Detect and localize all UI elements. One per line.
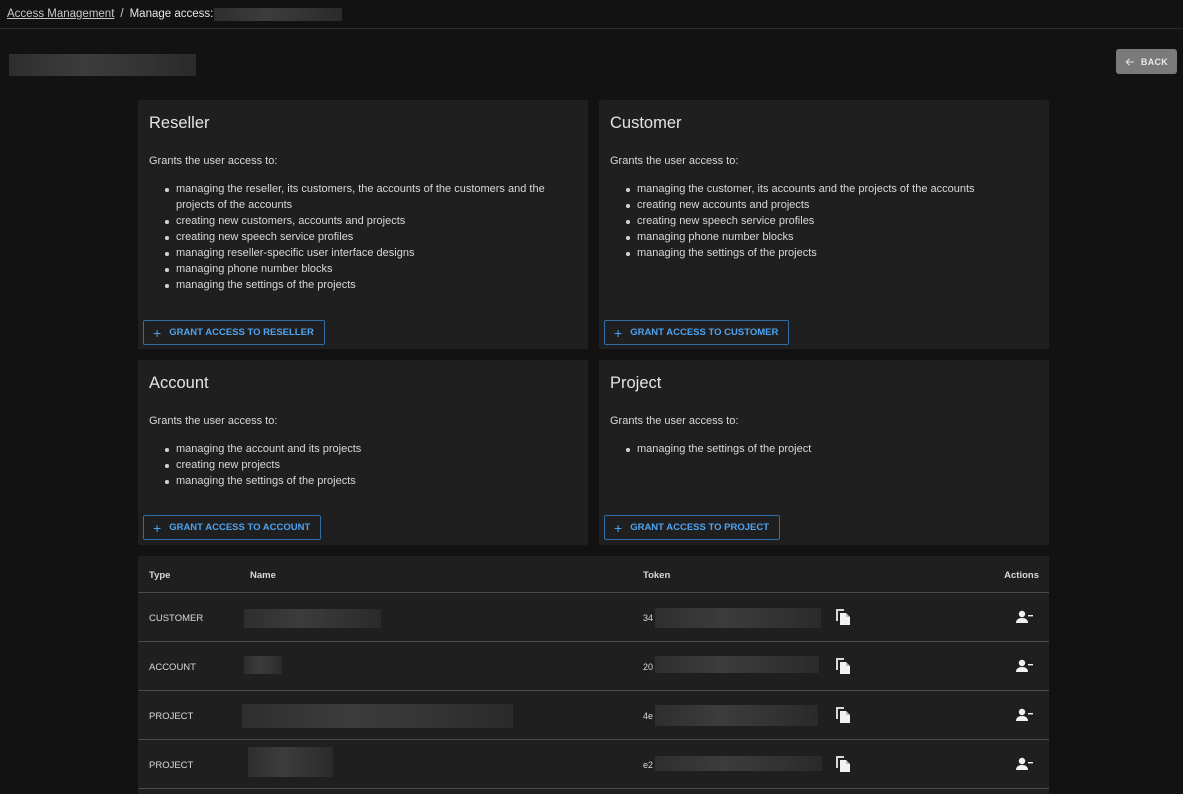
row-token-redacted (655, 608, 821, 628)
table-row: ACCOUNT 20 (138, 642, 1049, 691)
redacted-user-name (214, 7, 343, 21)
column-header-name: Name (250, 570, 276, 581)
copy-icon[interactable] (835, 608, 851, 626)
permission-item: managing the settings of the projects (626, 245, 975, 261)
remove-user-icon[interactable] (1016, 708, 1034, 722)
permission-item: creating new accounts and projects (626, 197, 975, 213)
plus-icon: + (153, 519, 162, 536)
breadcrumb-separator: / (120, 8, 124, 20)
column-header-actions: Actions (1004, 570, 1039, 581)
copy-icon[interactable] (835, 706, 851, 724)
role-card-account: Account Grants the user access to: manag… (138, 360, 588, 545)
permission-item: managing the settings of the projects (165, 473, 361, 489)
permission-list: managing the settings of the project (626, 441, 811, 457)
row-name-redacted (242, 704, 513, 728)
plus-icon: + (614, 519, 623, 536)
row-type: CUSTOMER (149, 613, 204, 624)
breadcrumb-current: Manage access: (129, 8, 214, 20)
plus-icon: + (614, 324, 623, 341)
card-title: Project (610, 374, 662, 392)
back-button[interactable]: BACK (1116, 49, 1177, 74)
breadcrumb: Access Management / Manage access: (0, 0, 1183, 29)
remove-user-icon[interactable] (1016, 610, 1034, 624)
permission-item: managing the settings of the project (626, 441, 811, 457)
permission-item: creating new speech service profiles (165, 229, 575, 245)
table-row: CUSTOMER 34 (138, 593, 1049, 642)
arrow-left-icon (1125, 57, 1134, 66)
grant-button-label: GRANT ACCESS TO ACCOUNT (169, 522, 311, 533)
row-name-redacted (244, 656, 282, 674)
grant-access-project-button[interactable]: + GRANT ACCESS TO PROJECT (604, 515, 781, 540)
card-title: Reseller (149, 114, 210, 132)
breadcrumb-access-management-link[interactable]: Access Management (7, 8, 114, 20)
permission-item: creating new projects (165, 457, 361, 473)
row-token-prefix: e2 (643, 760, 654, 770)
permission-item: creating new speech service profiles (626, 213, 975, 229)
grant-button-label: GRANT ACCESS TO PROJECT (630, 522, 770, 533)
row-token-prefix: 4e (643, 711, 654, 721)
grant-button-label: GRANT ACCESS TO CUSTOMER (630, 327, 779, 338)
card-intro: Grants the user access to: (149, 155, 278, 167)
plus-icon: + (153, 324, 162, 341)
card-intro: Grants the user access to: (149, 415, 278, 427)
row-type: PROJECT (149, 760, 194, 771)
role-card-project: Project Grants the user access to: manag… (599, 360, 1049, 545)
row-type: PROJECT (149, 711, 194, 722)
row-token-redacted (655, 656, 819, 673)
permission-item: managing phone number blocks (165, 261, 575, 277)
column-header-token: Token (643, 570, 671, 581)
permission-list: managing the customer, its accounts and … (626, 181, 975, 261)
access-table: Type Name Token Actions CUSTOMER 34 ACCO… (138, 556, 1049, 794)
permission-item: managing the reseller, its customers, th… (165, 181, 575, 213)
grant-button-label: GRANT ACCESS TO RESELLER (169, 327, 314, 338)
table-header: Type Name Token Actions (138, 556, 1049, 593)
permission-list: managing the account and its projects cr… (165, 441, 361, 489)
table-row: PROJECT e2 (138, 740, 1049, 789)
card-title: Customer (610, 114, 682, 132)
row-name-redacted (244, 609, 381, 628)
remove-user-icon[interactable] (1016, 757, 1034, 771)
permission-item: managing reseller-specific user interfac… (165, 245, 575, 261)
permission-item: managing phone number blocks (626, 229, 975, 245)
row-name-redacted (248, 747, 333, 777)
row-token-prefix: 20 (643, 662, 654, 672)
copy-icon[interactable] (835, 755, 851, 773)
permission-item: managing the account and its projects (165, 441, 361, 457)
role-card-customer: Customer Grants the user access to: mana… (599, 100, 1049, 349)
remove-user-icon[interactable] (1016, 659, 1034, 673)
card-title: Account (149, 374, 209, 392)
table-row: PROJECT 4e (138, 691, 1049, 740)
card-intro: Grants the user access to: (610, 155, 739, 167)
copy-icon[interactable] (835, 657, 851, 675)
row-token-prefix: 34 (643, 613, 654, 623)
grant-access-reseller-button[interactable]: + GRANT ACCESS TO RESELLER (143, 320, 325, 345)
row-token-redacted (655, 756, 822, 771)
back-button-label: BACK (1140, 56, 1169, 67)
grant-access-customer-button[interactable]: + GRANT ACCESS TO CUSTOMER (604, 320, 790, 345)
permission-item: managing the settings of the projects (165, 277, 575, 293)
row-token-redacted (655, 705, 818, 726)
page-title-redacted (9, 54, 196, 76)
card-intro: Grants the user access to: (610, 415, 739, 427)
grant-access-account-button[interactable]: + GRANT ACCESS TO ACCOUNT (143, 515, 322, 540)
permission-list: managing the reseller, its customers, th… (165, 181, 575, 293)
role-card-reseller: Reseller Grants the user access to: mana… (138, 100, 588, 349)
row-type: ACCOUNT (149, 662, 196, 673)
column-header-type: Type (149, 570, 171, 581)
permission-item: creating new customers, accounts and pro… (165, 213, 575, 229)
permission-item: managing the customer, its accounts and … (626, 181, 975, 197)
